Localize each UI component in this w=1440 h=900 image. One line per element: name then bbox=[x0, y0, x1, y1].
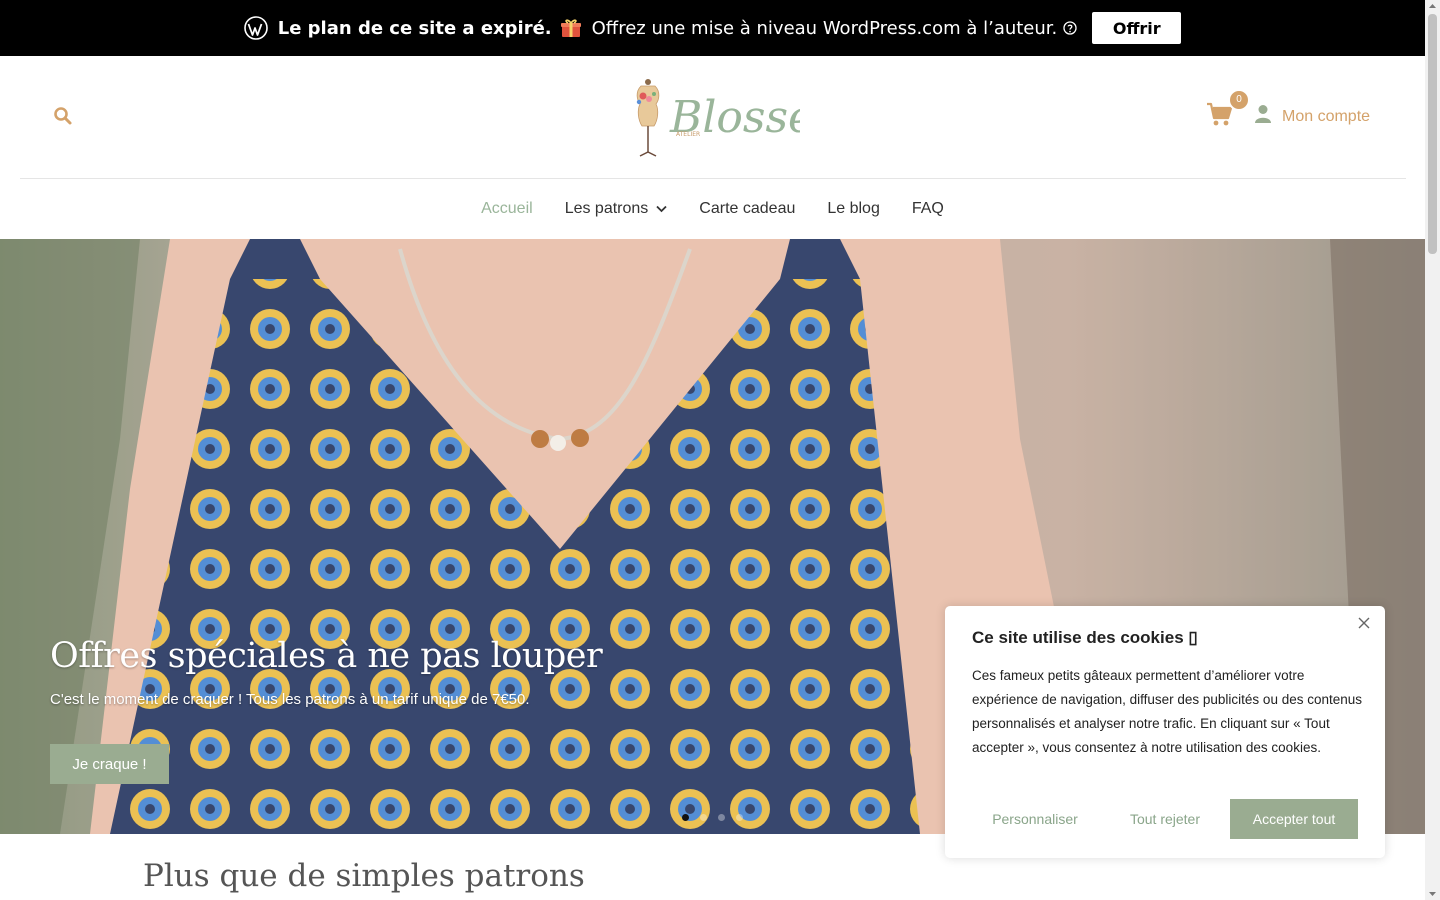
main-nav: Accueil Les patrons Carte cadeau Le blog… bbox=[0, 179, 1425, 239]
slider-dot-2[interactable] bbox=[700, 814, 707, 821]
cookie-title: Ce site utilise des cookies ▯ bbox=[972, 628, 1198, 647]
search-icon[interactable] bbox=[53, 106, 73, 126]
site-logo[interactable]: Blossew ATELIER bbox=[630, 72, 852, 160]
slider-dots bbox=[682, 814, 754, 821]
tout-rejeter-button[interactable]: Tout rejeter bbox=[1115, 799, 1215, 839]
banner-message-strong: Le plan de ce site a expiré. bbox=[277, 17, 552, 39]
nav-item-faq[interactable]: FAQ bbox=[912, 200, 944, 218]
site-expired-banner: Le plan de ce site a expiré. Offrez une … bbox=[0, 0, 1425, 56]
accepter-tout-button[interactable]: Accepter tout bbox=[1230, 799, 1358, 839]
chevron-down-icon bbox=[656, 205, 667, 213]
nav-item-carte-cadeau[interactable]: Carte cadeau bbox=[699, 200, 795, 218]
section-title: Plus que de simples patrons bbox=[143, 858, 585, 894]
banner-message: Offrez une mise à niveau WordPress.com à… bbox=[591, 17, 1058, 39]
close-icon[interactable] bbox=[1357, 616, 1371, 630]
offrir-button[interactable]: Offrir bbox=[1092, 12, 1182, 44]
gift-icon bbox=[560, 17, 582, 39]
user-icon bbox=[1254, 104, 1272, 129]
dress-form-illustration bbox=[636, 79, 660, 157]
je-craque-button[interactable]: Je craque ! bbox=[50, 744, 169, 784]
nav-item-accueil[interactable]: Accueil bbox=[481, 200, 533, 218]
hero-title: Offres spéciales à ne pas louper bbox=[50, 636, 603, 676]
account-link[interactable]: Mon compte bbox=[1254, 104, 1370, 129]
wordpress-logo-icon bbox=[243, 16, 268, 40]
scroll-up-icon[interactable] bbox=[1428, 2, 1437, 11]
logo-subtext: ATELIER bbox=[676, 131, 700, 138]
cookie-text: Ces fameux petits gâteaux permettent d’a… bbox=[972, 668, 1363, 755]
slider-dot-4[interactable] bbox=[736, 814, 743, 821]
nav-item-les-patrons[interactable]: Les patrons bbox=[565, 200, 668, 218]
personnaliser-button[interactable]: Personnaliser bbox=[979, 799, 1091, 839]
account-label: Mon compte bbox=[1282, 107, 1371, 125]
cart-count-badge: 0 bbox=[1228, 89, 1250, 111]
cookie-consent-dialog: Ce site utilise des cookies ▯ Ces fameux… bbox=[945, 606, 1385, 858]
nav-item-le-blog[interactable]: Le blog bbox=[827, 200, 880, 218]
scroll-down-icon[interactable] bbox=[1428, 889, 1437, 898]
help-icon[interactable] bbox=[1063, 21, 1077, 35]
page-scrollbar[interactable] bbox=[1425, 0, 1440, 900]
slider-dot-3[interactable] bbox=[718, 814, 725, 821]
scroll-thumb[interactable] bbox=[1428, 14, 1437, 254]
slider-dot-1[interactable] bbox=[682, 814, 689, 821]
hero-subtitle: C'est le moment de craquer ! Tous les pa… bbox=[50, 691, 530, 708]
